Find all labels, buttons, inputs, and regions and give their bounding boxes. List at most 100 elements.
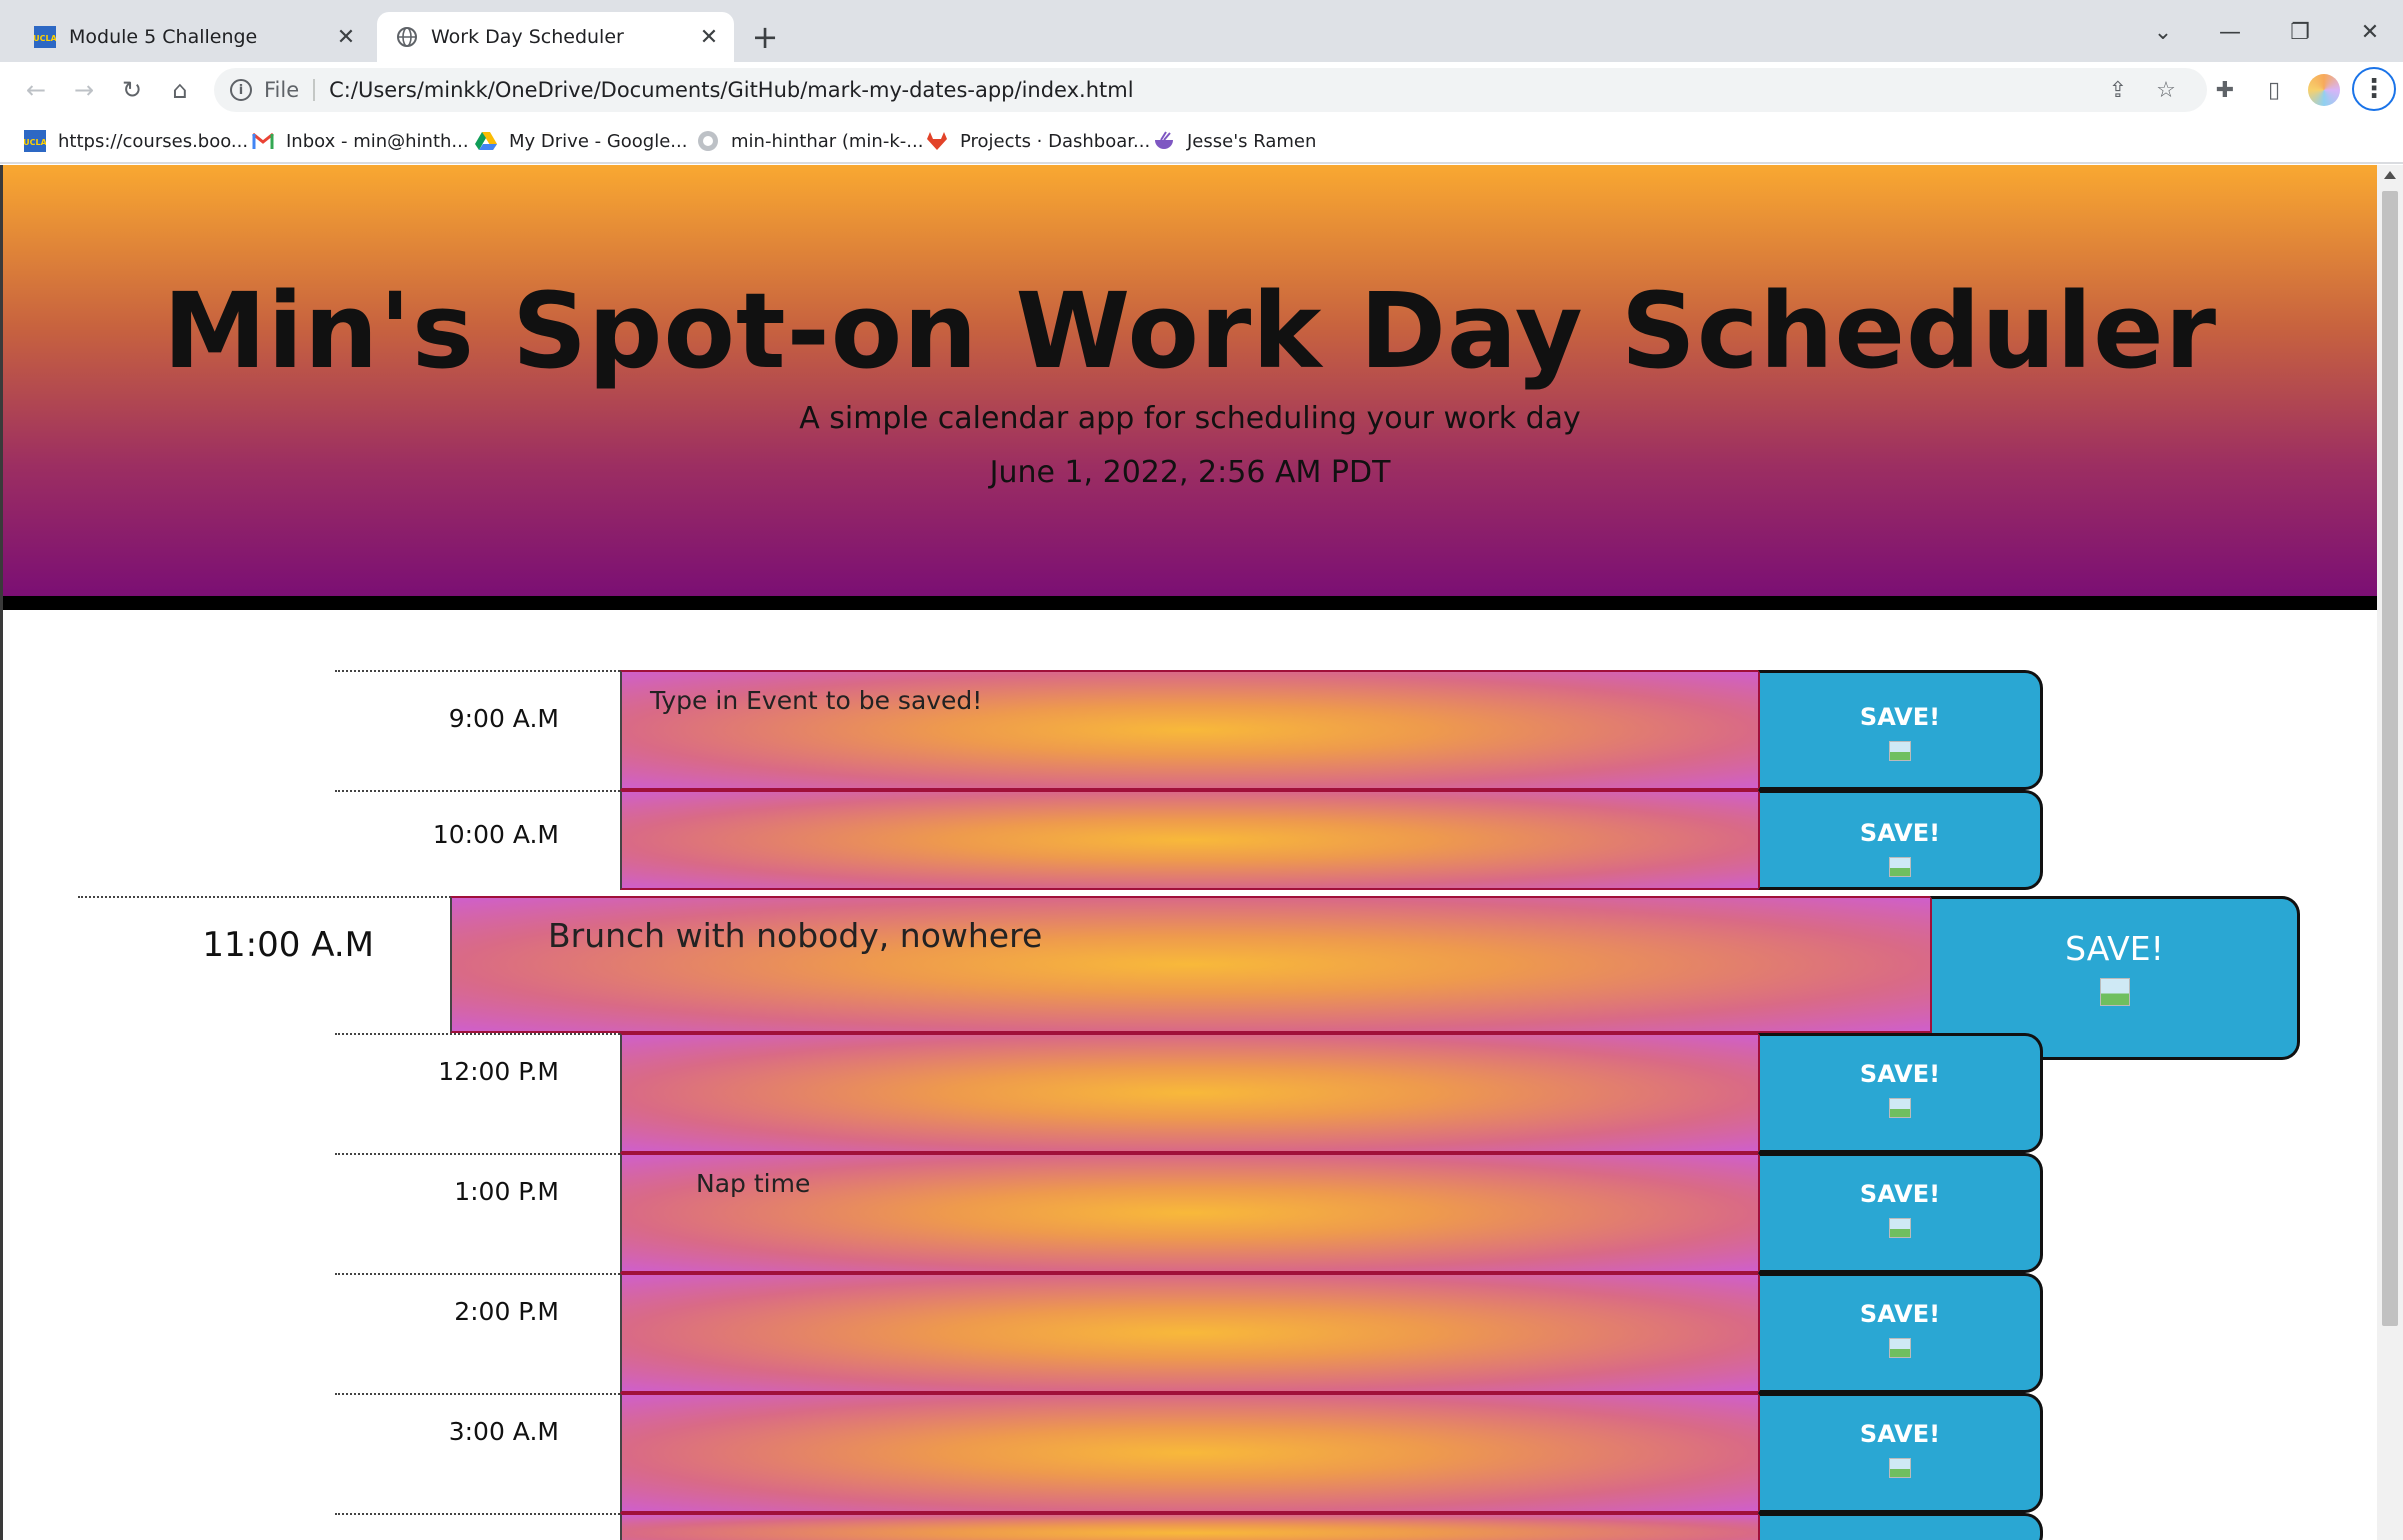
tab-strip: UCLA Module 5 Challenge ✕ Work Day Sched…	[0, 0, 2403, 62]
event-text: Brunch with nobody, nowhere	[548, 916, 1043, 955]
info-icon[interactable]: i	[230, 79, 252, 101]
broken-image-icon	[1889, 1098, 1911, 1118]
new-tab-button[interactable]: +	[745, 17, 785, 57]
save-button-label: SAVE!	[1859, 1180, 1941, 1208]
close-window-icon[interactable]: ✕	[2342, 12, 2398, 52]
reload-icon[interactable]: ↻	[112, 70, 152, 110]
tab-title: Work Day Scheduler	[431, 26, 624, 48]
vertical-scrollbar[interactable]	[2377, 165, 2403, 1540]
hour-label: 12:00 P.M	[335, 1033, 620, 1153]
bookmark-item[interactable]: My Drive - Google...	[475, 126, 687, 156]
github-icon	[697, 130, 719, 152]
profile-avatar[interactable]	[2308, 74, 2340, 106]
time-block-row: 12:00 P.M SAVE!	[0, 1033, 2377, 1153]
bookmark-label: Inbox - min@hinth...	[286, 130, 469, 152]
event-textarea[interactable]	[620, 1033, 1758, 1153]
event-textarea[interactable]	[620, 1273, 1758, 1393]
back-arrow-icon[interactable]: ←	[16, 70, 56, 110]
hour-label: 3:00 A.M	[335, 1393, 620, 1513]
event-textarea[interactable]: Type in Event to be saved!	[620, 670, 1758, 790]
globe-icon	[395, 25, 419, 49]
save-button-label: SAVE!	[1859, 1420, 1941, 1448]
divider	[313, 79, 316, 101]
hour-label: 10:00 A.M	[335, 790, 620, 890]
hour-label: 2:00 P.M	[335, 1273, 620, 1393]
save-button[interactable]: SAVE!	[1758, 1153, 2043, 1273]
kebab-menu-icon[interactable]: ⋮	[2352, 67, 2396, 111]
hour-label: 9:00 A.M	[335, 670, 620, 790]
bookmark-label: Jesse's Ramen	[1187, 130, 1317, 152]
event-textarea[interactable]: Nap time	[620, 1153, 1758, 1273]
hour-label: 11:00 A.M	[78, 896, 451, 1033]
gmail-icon	[252, 130, 274, 152]
side-panel-icon[interactable]: ▯	[2258, 74, 2290, 106]
address-bar[interactable]: i File C:/Users/minkk/OneDrive/Documents…	[214, 68, 2207, 112]
close-tab-icon[interactable]: ✕	[696, 24, 722, 50]
save-button-label: SAVE!	[1859, 819, 1941, 847]
minimize-icon[interactable]: —	[2202, 12, 2258, 52]
hour-label	[335, 1513, 620, 1540]
save-button[interactable]: SAVE!	[1758, 790, 2043, 890]
url-text[interactable]: C:/Users/minkk/OneDrive/Documents/GitHub…	[329, 78, 1133, 102]
broken-image-icon	[1889, 1458, 1911, 1478]
event-text: Nap time	[696, 1169, 811, 1198]
url-scheme: File	[264, 78, 300, 102]
broken-image-icon	[2099, 978, 2130, 1006]
time-block-row: 9:00 A.M Type in Event to be saved! SAVE…	[0, 670, 2377, 790]
hour-label: 1:00 P.M	[335, 1153, 620, 1273]
ucla-icon: UCLA	[24, 130, 46, 152]
event-textarea[interactable]	[620, 1393, 1758, 1513]
tab-module-5-challenge[interactable]: UCLA Module 5 Challenge ✕	[15, 12, 371, 62]
bookmark-item[interactable]: Projects · Dashboar...	[926, 126, 1150, 156]
event-textarea[interactable]	[620, 790, 1758, 890]
save-button-label: SAVE!	[1859, 703, 1941, 731]
extensions-puzzle-icon[interactable]: ✚	[2209, 74, 2241, 106]
save-button[interactable]	[1758, 1513, 2043, 1540]
event-textarea[interactable]: Brunch with nobody, nowhere	[450, 896, 1930, 1033]
event-text: Type in Event to be saved!	[650, 686, 983, 715]
gitlab-icon	[926, 130, 948, 152]
page-title: Min's Spot-on Work Day Scheduler	[162, 270, 2217, 392]
bookmark-item[interactable]: Jesse's Ramen	[1153, 126, 1316, 156]
time-block-row: 1:00 P.M Nap time SAVE!	[0, 1153, 2377, 1273]
tab-title: Module 5 Challenge	[69, 26, 258, 48]
save-button[interactable]: SAVE!	[1758, 1033, 2043, 1153]
home-icon[interactable]: ⌂	[160, 70, 200, 110]
ucla-icon: UCLA	[33, 25, 57, 49]
page-viewport: Min's Spot-on Work Day Scheduler A simpl…	[0, 165, 2403, 1540]
current-date: June 1, 2022, 2:56 AM PDT	[989, 455, 1391, 490]
svg-text:UCLA: UCLA	[24, 138, 46, 147]
share-icon[interactable]: ⇪	[2104, 76, 2132, 104]
google-drive-icon	[475, 130, 497, 152]
save-button[interactable]: SAVE!	[1758, 1393, 2043, 1513]
event-textarea[interactable]	[620, 1513, 1758, 1540]
forward-arrow-icon[interactable]: →	[64, 70, 104, 110]
bookmark-item[interactable]: min-hinthar (min-k-...	[697, 126, 923, 156]
save-button[interactable]: SAVE!	[1758, 1273, 2043, 1393]
bookmark-item[interactable]: UCLA https://courses.boo...	[24, 126, 248, 156]
bookmark-item[interactable]: Inbox - min@hinth...	[252, 126, 469, 156]
bookmark-label: https://courses.boo...	[58, 130, 249, 152]
close-tab-icon[interactable]: ✕	[333, 24, 359, 50]
page-subtitle: A simple calendar app for scheduling you…	[799, 401, 1581, 436]
scrollbar-thumb[interactable]	[2382, 191, 2398, 1326]
bookmark-label: My Drive - Google...	[509, 130, 688, 152]
scroll-up-arrow-icon[interactable]	[2384, 171, 2396, 179]
time-block-row: 2:00 P.M SAVE!	[0, 1273, 2377, 1393]
save-button-label: SAVE!	[1859, 1300, 1941, 1328]
time-block-row: 11:00 A.M Brunch with nobody, nowhere SA…	[0, 896, 2377, 1060]
bookmark-label: Projects · Dashboar...	[960, 130, 1151, 152]
tab-work-day-scheduler[interactable]: Work Day Scheduler ✕	[377, 12, 734, 62]
broken-image-icon	[1889, 1338, 1911, 1358]
bookmark-label: min-hinthar (min-k-...	[731, 130, 924, 152]
save-button-label: SAVE!	[2065, 929, 2164, 968]
tab-search-chevron-icon[interactable]: ⌄	[2135, 12, 2191, 52]
svg-text:UCLA: UCLA	[34, 34, 56, 43]
bookmark-star-icon[interactable]: ☆	[2152, 76, 2180, 104]
ramen-bowl-icon	[1153, 130, 1175, 152]
time-block-row: 3:00 A.M SAVE!	[0, 1393, 2377, 1513]
time-block-row	[0, 1513, 2377, 1540]
save-button[interactable]: SAVE!	[1758, 670, 2043, 790]
restore-icon[interactable]: ❐	[2272, 12, 2328, 52]
broken-image-icon	[1889, 1218, 1911, 1238]
